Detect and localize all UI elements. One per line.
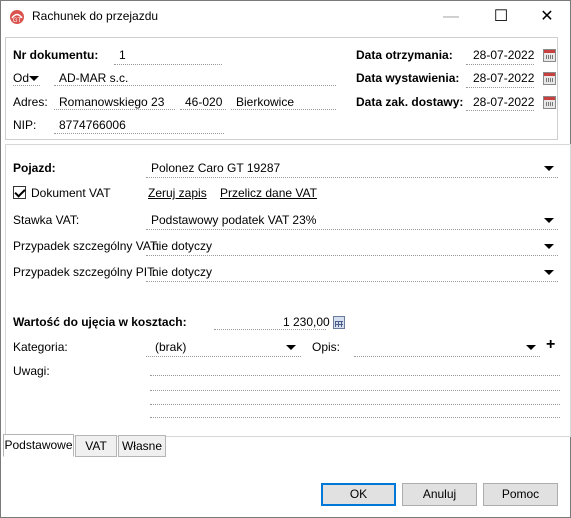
vehicle-underline bbox=[146, 177, 558, 178]
vat-document-checkbox[interactable] bbox=[13, 186, 26, 199]
received-date-label: Data otrzymania: bbox=[356, 48, 453, 62]
cost-value-underline bbox=[214, 329, 326, 330]
maximize-button[interactable]: ☐ bbox=[478, 1, 524, 32]
doc-number-field[interactable]: 1 bbox=[119, 48, 126, 62]
special-pit-select[interactable]: nie dotyczy bbox=[152, 265, 212, 279]
street-field[interactable]: Romanowskiego 23 bbox=[59, 95, 164, 109]
cost-value-field[interactable]: 1 230,00 bbox=[283, 315, 330, 329]
contractor-field[interactable]: AD-MAR s.c. bbox=[59, 71, 128, 85]
close-icon: ✕ bbox=[540, 8, 554, 25]
ok-button[interactable]: OK bbox=[321, 483, 396, 506]
vat-rate-select[interactable]: Podstawowy podatek VAT 23% bbox=[151, 213, 316, 227]
od-dropdown-label[interactable]: Od bbox=[13, 71, 29, 85]
special-pit-label: Przypadek szczególny PIT: bbox=[13, 265, 157, 279]
calculator-icon[interactable] bbox=[333, 316, 345, 329]
vehicle-label: Pojazd: bbox=[13, 161, 56, 175]
contractor-underline bbox=[54, 85, 336, 86]
maximize-icon: ☐ bbox=[493, 8, 509, 25]
chevron-down-icon[interactable] bbox=[544, 166, 554, 171]
minimize-icon: — bbox=[443, 8, 459, 25]
header-panel: Nr dokumentu: 1 Od AD-MAR s.c. Adres: Ro… bbox=[5, 37, 558, 140]
tab-vat[interactable]: VAT bbox=[75, 435, 117, 457]
reset-entry-link[interactable]: Zeruj zapis bbox=[148, 186, 207, 200]
chevron-down-icon[interactable] bbox=[526, 345, 536, 350]
chevron-down-icon[interactable] bbox=[544, 244, 554, 249]
issued-date-underline bbox=[466, 87, 534, 88]
chevron-down-icon[interactable] bbox=[544, 270, 554, 275]
postcode-underline bbox=[180, 109, 226, 110]
city-field[interactable]: Bierkowice bbox=[236, 95, 294, 109]
special-vat-label: Przypadek szczególny VAT: bbox=[13, 239, 160, 253]
city-underline bbox=[231, 109, 336, 110]
vat-rate-label: Stawka VAT: bbox=[13, 213, 80, 227]
app-logo-icon: GT bbox=[10, 10, 24, 24]
dialog-window: GT Rachunek do przejazdu — ☐ ✕ Nr dokume… bbox=[0, 0, 571, 518]
issued-date-field[interactable]: 28-07-2022 bbox=[473, 71, 534, 85]
street-underline bbox=[54, 109, 175, 110]
minimize-button[interactable]: — bbox=[428, 1, 474, 32]
special-pit-underline bbox=[146, 281, 558, 282]
notes-label: Uwagi: bbox=[13, 364, 50, 378]
vehicle-select[interactable]: Polonez Caro GT 19287 bbox=[151, 161, 280, 175]
close-button[interactable]: ✕ bbox=[524, 1, 570, 32]
od-underline bbox=[13, 85, 40, 86]
delivery-date-label: Data zak. dostawy: bbox=[356, 95, 464, 109]
category-label: Kategoria: bbox=[13, 340, 68, 354]
vat-rate-underline bbox=[146, 229, 558, 230]
delivery-date-field[interactable]: 28-07-2022 bbox=[473, 95, 534, 109]
category-select[interactable]: (brak) bbox=[155, 340, 186, 354]
main-panel: Pojazd: Polonez Caro GT 19287 Dokument V… bbox=[5, 144, 571, 437]
delivery-date-underline bbox=[466, 110, 534, 111]
address-label: Adres: bbox=[13, 95, 48, 109]
notes-line bbox=[150, 417, 560, 418]
window-title: Rachunek do przejazdu bbox=[32, 9, 159, 23]
cancel-button[interactable]: Anuluj bbox=[402, 483, 477, 506]
calendar-icon[interactable] bbox=[543, 49, 556, 62]
description-label: Opis: bbox=[312, 340, 341, 354]
received-date-field[interactable]: 28-07-2022 bbox=[473, 48, 534, 62]
postcode-field[interactable]: 46-020 bbox=[185, 95, 222, 109]
doc-number-label: Nr dokumentu: bbox=[13, 48, 99, 62]
notes-line bbox=[150, 390, 560, 391]
calendar-icon[interactable] bbox=[543, 72, 556, 85]
received-date-underline bbox=[466, 64, 534, 65]
svg-text:GT: GT bbox=[13, 18, 22, 24]
chevron-down-icon[interactable] bbox=[286, 345, 296, 350]
description-underline bbox=[354, 356, 540, 357]
doc-number-underline bbox=[114, 64, 222, 65]
title-bar: GT Rachunek do przejazdu — ☐ ✕ bbox=[1, 1, 570, 32]
od-chevron-down-icon[interactable] bbox=[29, 76, 39, 81]
tab-wlasne[interactable]: Własne bbox=[118, 435, 166, 457]
notes-line bbox=[150, 375, 560, 376]
help-button[interactable]: Pomoc bbox=[483, 483, 558, 506]
chevron-down-icon[interactable] bbox=[544, 218, 554, 223]
cost-value-label: Wartość do ujęcia w kosztach: bbox=[13, 315, 187, 329]
special-vat-select[interactable]: nie dotyczy bbox=[152, 239, 212, 253]
add-description-icon[interactable]: + bbox=[546, 336, 555, 354]
calendar-icon[interactable] bbox=[543, 96, 556, 109]
notes-line bbox=[150, 404, 560, 405]
vat-document-label: Dokument VAT bbox=[31, 186, 111, 200]
category-underline bbox=[146, 356, 301, 357]
notes-textarea[interactable] bbox=[150, 363, 560, 419]
nip-underline bbox=[54, 133, 224, 134]
recalc-vat-link[interactable]: Przelicz dane VAT bbox=[220, 186, 317, 200]
issued-date-label: Data wystawienia: bbox=[356, 71, 460, 85]
nip-field[interactable]: 8774766006 bbox=[59, 118, 126, 132]
nip-label: NIP: bbox=[13, 118, 37, 132]
special-vat-underline bbox=[146, 255, 558, 256]
tab-podstawowe[interactable]: Podstawowe bbox=[3, 434, 74, 457]
